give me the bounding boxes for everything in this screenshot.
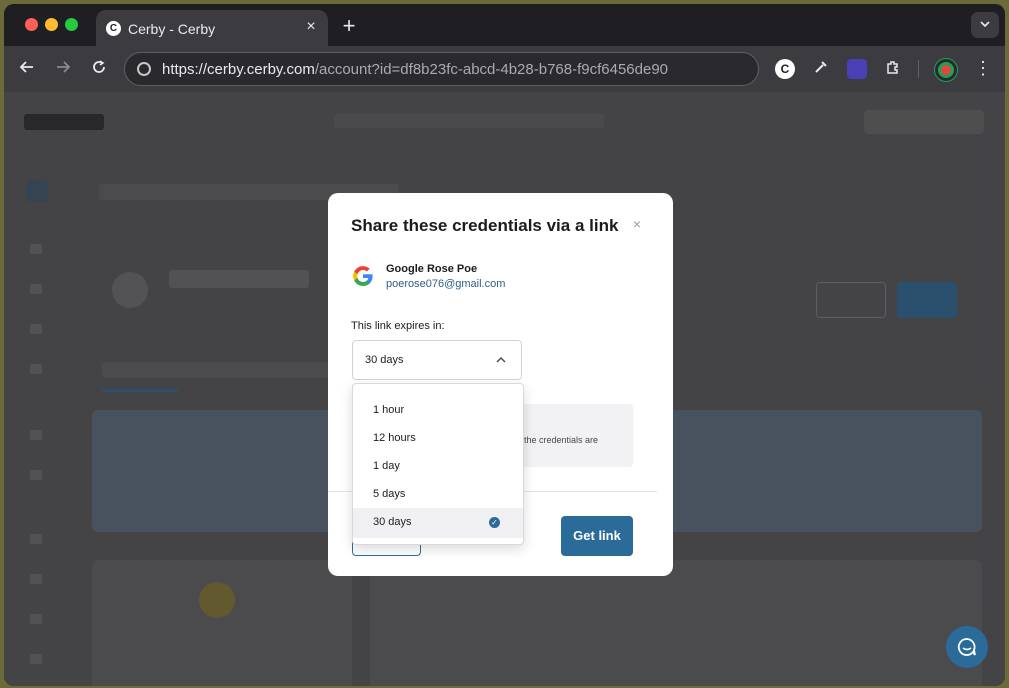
profile-avatar[interactable] — [935, 59, 957, 81]
sidebar-item — [30, 470, 42, 480]
browser-toolbar: https://cerby.cerby.com/account?id=df8b2… — [4, 46, 1005, 92]
page-tabs — [102, 362, 342, 378]
option-label: 1 day — [373, 460, 400, 472]
get-link-button[interactable]: Get link — [561, 516, 633, 556]
forward-button[interactable] — [52, 58, 74, 80]
sidebar-item — [30, 654, 42, 664]
page-share-button — [816, 282, 886, 318]
cerby-logo — [24, 114, 104, 130]
page-user-menu — [864, 110, 984, 134]
option-label: 5 days — [373, 488, 406, 500]
page-left-panel — [92, 560, 352, 686]
chat-icon — [957, 638, 976, 656]
check-icon: ✓ — [489, 517, 500, 528]
dropdown-option-1-hour[interactable]: 1 hour — [353, 396, 523, 424]
address-bar[interactable]: https://cerby.cerby.com/account?id=df8b2… — [124, 52, 759, 86]
tab-close-icon[interactable]: × — [302, 18, 320, 36]
dropdown-option-12-hours[interactable]: 12 hours — [353, 424, 523, 452]
option-label: 12 hours — [373, 432, 416, 444]
reload-icon — [93, 60, 105, 73]
url-text[interactable]: https://cerby.cerby.com/account?id=df8b2… — [162, 61, 668, 78]
page-coin-icon — [199, 582, 235, 618]
maximize-window-button[interactable] — [65, 18, 78, 31]
option-label: 30 days — [373, 516, 412, 528]
reload-button[interactable] — [88, 58, 110, 80]
page-account-title — [169, 270, 309, 288]
info-text: the credentials are — [524, 435, 599, 445]
cerby-favicon-icon: C — [106, 21, 121, 36]
eyedropper-extension-icon[interactable] — [811, 59, 831, 79]
pen-icon — [815, 61, 827, 73]
sidebar-item — [30, 364, 42, 374]
modal-close-icon[interactable]: × — [630, 217, 644, 231]
option-label: 1 hour — [373, 404, 405, 416]
page-right-panel — [370, 560, 982, 686]
google-logo-icon — [353, 266, 373, 286]
new-tab-button[interactable]: + — [338, 13, 360, 39]
extensions-puzzle-icon[interactable] — [883, 59, 903, 79]
expiry-select-value: 30 days — [365, 354, 404, 366]
page-primary-button — [897, 282, 957, 318]
sidebar-item — [30, 244, 42, 254]
sidebar-item — [30, 574, 42, 584]
toolbar-separator — [918, 60, 919, 78]
browser-menu-icon[interactable]: ⋮ — [974, 58, 992, 79]
tab-strip: C Cerby - Cerby × + — [4, 4, 1005, 46]
sidebar-active-item — [26, 180, 48, 202]
url-host: https://cerby.cerby.com — [162, 61, 315, 78]
sidebar-item — [30, 430, 42, 440]
browser-tab[interactable]: C Cerby - Cerby × — [96, 10, 328, 46]
page-tab-underline — [102, 389, 178, 392]
tab-search-button[interactable] — [971, 12, 999, 38]
dropdown-option-30-days[interactable]: 30 days ✓ — [353, 508, 523, 538]
arrow-left-icon — [19, 61, 33, 73]
support-chat-button[interactable] — [946, 626, 988, 668]
cerby-extension-icon[interactable]: C — [775, 59, 795, 79]
site-info-icon[interactable] — [137, 62, 151, 76]
sidebar-item — [30, 324, 42, 334]
chevron-down-icon — [980, 21, 990, 28]
dropdown-option-5-days[interactable]: 5 days — [353, 480, 523, 508]
expiry-select[interactable]: 30 days — [352, 340, 522, 380]
info-box: the credentials are — [518, 404, 633, 467]
page-search-bar — [334, 114, 604, 128]
modal-title: Share these credentials via a link — [351, 216, 619, 235]
account-email: poerose076@gmail.com — [386, 278, 506, 290]
url-path: /account?id=df8b23fc-abcd-4b28-b768-f9cf… — [314, 61, 669, 78]
back-button[interactable] — [16, 58, 38, 80]
close-window-button[interactable] — [25, 18, 38, 31]
expiry-dropdown-menu: 1 hour 12 hours 1 day 5 days 30 days ✓ — [352, 383, 524, 545]
dropdown-option-1-day[interactable]: 1 day — [353, 452, 523, 480]
minimize-window-button[interactable] — [45, 18, 58, 31]
sidebar-item — [30, 534, 42, 544]
chevron-up-icon — [496, 357, 506, 363]
puzzle-icon — [887, 61, 898, 74]
expires-label: This link expires in: — [351, 320, 445, 332]
tab-title: Cerby - Cerby — [128, 21, 216, 37]
sidebar-item — [30, 284, 42, 294]
account-name: Google Rose Poe — [386, 263, 478, 275]
page-account-icon — [112, 272, 148, 308]
arrow-right-icon — [57, 61, 71, 73]
badge-extension-icon[interactable] — [847, 59, 867, 79]
sidebar-item — [30, 614, 42, 624]
